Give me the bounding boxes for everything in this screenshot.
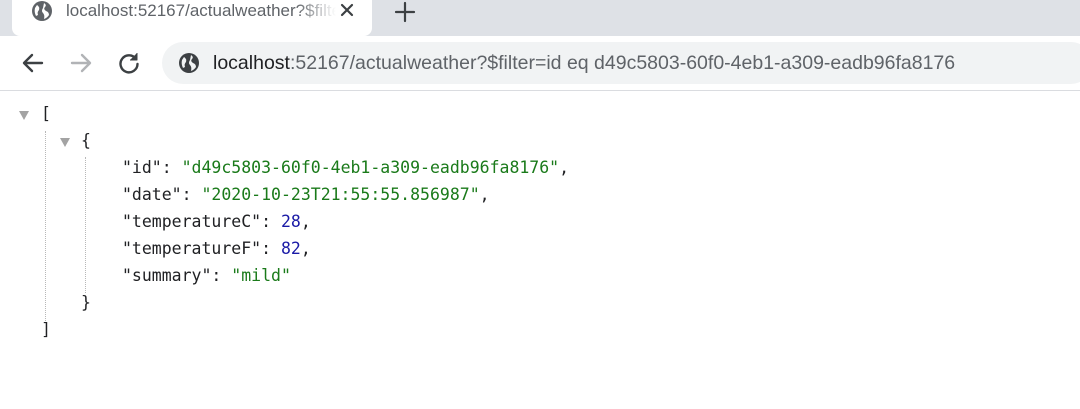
json-key: "date"	[122, 185, 182, 204]
close-icon[interactable]	[336, 0, 358, 22]
json-viewer: [ { "id": "d49c5803-60f0-4eb1-a309-eadb9…	[0, 91, 1080, 409]
browser-tab[interactable]: localhost:52167/actualweather?$filter=id…	[12, 0, 372, 36]
json-field-summary: "summary": "mild"	[122, 266, 291, 285]
tab-title: localhost:52167/actualweather?$filter=id…	[66, 1, 336, 20]
json-number-value: 28	[280, 212, 301, 231]
json-string-value: "d49c5803-60f0-4eb1-a309-eadb96fa8176"	[181, 158, 560, 177]
globe-icon	[32, 1, 52, 21]
json-string-value: "2020-10-23T21:55:55.856987"	[201, 185, 480, 204]
reload-icon[interactable]	[116, 50, 142, 76]
url-path: :52167/actualweather?$filter=id eq d49c5…	[289, 52, 956, 74]
json-field-temperaturec: "temperatureC": 28,	[122, 212, 311, 231]
json-key: "summary"	[122, 266, 212, 285]
json-field-date: "date": "2020-10-23T21:55:55.856987",	[122, 185, 490, 204]
json-string-value: "mild"	[231, 266, 291, 285]
object-close-brace: }	[81, 293, 91, 312]
url-text[interactable]: localhost:52167/actualweather?$filter=id…	[213, 42, 955, 84]
array-open-bracket: [	[41, 104, 51, 123]
indent-guide	[85, 157, 86, 293]
json-key: "id"	[122, 158, 162, 177]
url-host: localhost	[213, 52, 290, 74]
json-key: "temperatureC"	[122, 212, 262, 231]
address-bar[interactable]: localhost:52167/actualweather?$filter=id…	[162, 42, 1080, 84]
globe-icon[interactable]	[178, 52, 200, 74]
json-number-value: 82	[280, 239, 301, 258]
arrow-left-icon[interactable]	[20, 50, 46, 76]
json-key: "temperatureF"	[122, 239, 262, 258]
object-open-brace: {	[81, 131, 91, 150]
collapse-toggle-icon[interactable]	[19, 111, 29, 120]
browser-toolbar: localhost:52167/actualweather?$filter=id…	[0, 36, 1080, 91]
plus-icon[interactable]	[392, 0, 418, 24]
arrow-right-icon[interactable]	[68, 50, 94, 76]
collapse-toggle-icon[interactable]	[60, 138, 70, 147]
indent-guide	[45, 131, 46, 321]
tab-strip: localhost:52167/actualweather?$filter=id…	[0, 0, 1080, 36]
array-close-bracket: ]	[41, 320, 51, 339]
json-field-temperaturef: "temperatureF": 82,	[122, 239, 311, 258]
json-field-id: "id": "d49c5803-60f0-4eb1-a309-eadb96fa8…	[122, 158, 570, 177]
